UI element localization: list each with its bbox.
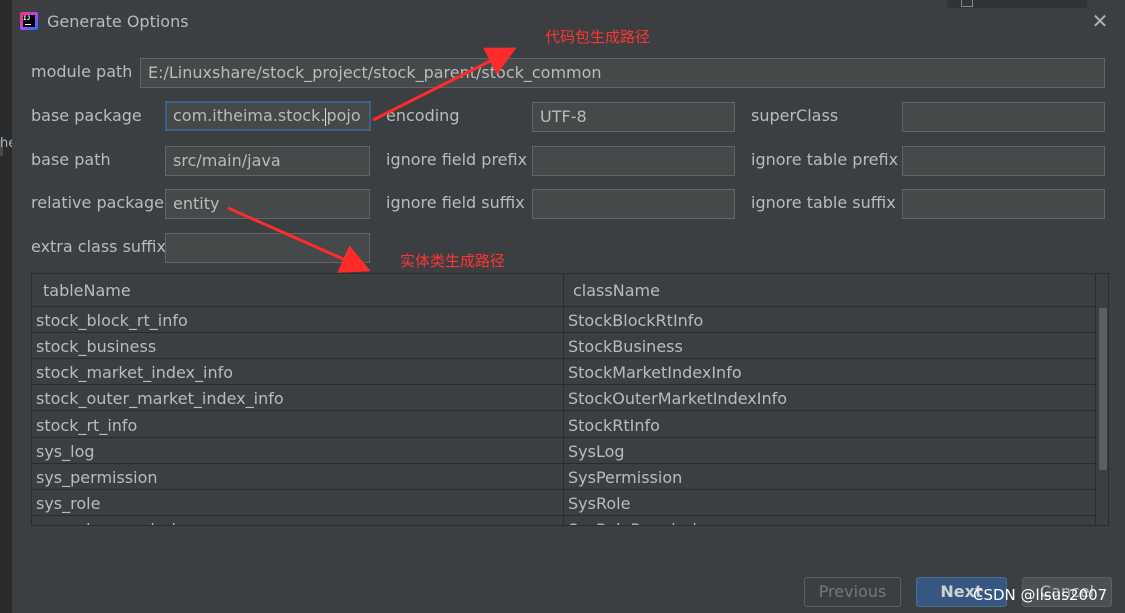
ignore-table-prefix-label: ignore table prefix <box>751 150 899 169</box>
table-row[interactable]: sys_role SysRole <box>32 490 1095 516</box>
encoding-label: encoding <box>386 106 460 125</box>
ignore-table-suffix-field[interactable] <box>902 189 1105 219</box>
background-window-edge: he <box>0 0 16 613</box>
encoding-field[interactable]: UTF-8 <box>532 102 735 132</box>
base-package-text-after-caret: pojo <box>326 106 361 125</box>
table-row[interactable]: sys_log SysLog <box>32 438 1095 464</box>
cell-tablename[interactable]: sys_role <box>36 490 100 515</box>
relative-package-field[interactable]: entity <box>165 189 370 219</box>
cell-classname[interactable]: SysPermission <box>568 464 682 489</box>
intellij-app-icon: IJ <box>20 12 38 30</box>
previous-button[interactable]: Previous <box>804 577 901 607</box>
extra-class-suffix-label: extra class suffix <box>31 237 166 256</box>
extra-class-suffix-field[interactable] <box>165 233 370 263</box>
table-body: stock_block_rt_info StockBlockRtInfo sto… <box>32 307 1095 525</box>
cell-classname[interactable]: SysRolePermission <box>568 516 717 525</box>
column-header-tablename[interactable]: tableName <box>32 274 564 306</box>
table-row[interactable]: sys_permission SysPermission <box>32 464 1095 490</box>
cell-classname[interactable]: StockRtInfo <box>568 412 660 437</box>
relative-package-label: relative package <box>31 193 164 212</box>
cell-classname[interactable]: StockBlockRtInfo <box>568 307 703 332</box>
superclass-label: superClass <box>751 106 839 125</box>
module-path-field[interactable]: E:/Linuxshare/stock_project/stock_parent… <box>140 58 1105 88</box>
generate-options-dialog: IJ Generate Options ✕ module path E:/Lin… <box>12 0 1125 613</box>
scrollbar-thumb[interactable] <box>1099 308 1107 470</box>
dialog-title: Generate Options <box>47 12 189 31</box>
base-path-field[interactable]: src/main/java <box>165 146 370 176</box>
base-package-field[interactable]: com.itheima.stock.pojo <box>165 101 371 131</box>
table-row[interactable]: stock_block_rt_info StockBlockRtInfo <box>32 307 1095 333</box>
ignore-field-suffix-label: ignore field suffix <box>386 193 525 212</box>
close-icon[interactable]: ✕ <box>1089 10 1111 32</box>
table-row[interactable]: stock_market_index_info StockMarketIndex… <box>32 359 1095 385</box>
cell-tablename[interactable]: sys_log <box>36 438 95 463</box>
annotation-code-package-path: 代码包生成路径 <box>545 28 651 46</box>
table-row[interactable]: stock_outer_market_index_info StockOuter… <box>32 385 1095 411</box>
column-header-classname[interactable]: className <box>564 274 1095 306</box>
table-class-mapping[interactable]: tableName className stock_block_rt_info … <box>31 273 1109 526</box>
table-row[interactable]: stock_rt_info StockRtInfo <box>32 412 1095 438</box>
cell-tablename[interactable]: sys_role_permission <box>36 516 196 525</box>
ignore-field-suffix-field[interactable] <box>532 189 735 219</box>
cell-tablename[interactable]: stock_outer_market_index_info <box>36 385 284 410</box>
cell-tablename[interactable]: sys_permission <box>36 464 158 489</box>
table-row[interactable]: sys_role_permission SysRolePermission <box>32 516 1095 525</box>
superclass-field[interactable] <box>902 102 1105 132</box>
cell-tablename[interactable]: stock_business <box>36 333 156 358</box>
cell-classname[interactable]: StockOuterMarketIndexInfo <box>568 385 787 410</box>
ignore-field-prefix-field[interactable] <box>532 146 735 176</box>
base-package-label: base package <box>31 106 142 125</box>
ignore-table-prefix-field[interactable] <box>902 146 1105 176</box>
csdn-watermark: CSDN @lisus2007 <box>973 586 1108 604</box>
cell-classname[interactable]: StockBusiness <box>568 333 683 358</box>
cell-tablename[interactable]: stock_block_rt_info <box>36 307 188 332</box>
table-vertical-scrollbar[interactable] <box>1095 274 1108 525</box>
base-package-text-before-caret: com.itheima.stock. <box>173 106 326 125</box>
cell-tablename[interactable]: stock_market_index_info <box>36 359 233 384</box>
ignore-table-suffix-label: ignore table suffix <box>751 193 896 212</box>
ignore-field-prefix-label: ignore field prefix <box>386 150 528 169</box>
table-header: tableName className <box>32 274 1095 307</box>
table-row[interactable]: stock_business StockBusiness <box>32 333 1095 359</box>
cell-classname[interactable]: StockMarketIndexInfo <box>568 359 742 384</box>
cell-classname[interactable]: SysRole <box>568 490 630 515</box>
module-path-label: module path <box>31 62 133 81</box>
base-path-label: base path <box>31 150 111 169</box>
annotation-entity-class-path: 实体类生成路径 <box>400 252 506 270</box>
cell-classname[interactable]: SysLog <box>568 438 625 463</box>
cell-tablename[interactable]: stock_rt_info <box>36 412 137 437</box>
